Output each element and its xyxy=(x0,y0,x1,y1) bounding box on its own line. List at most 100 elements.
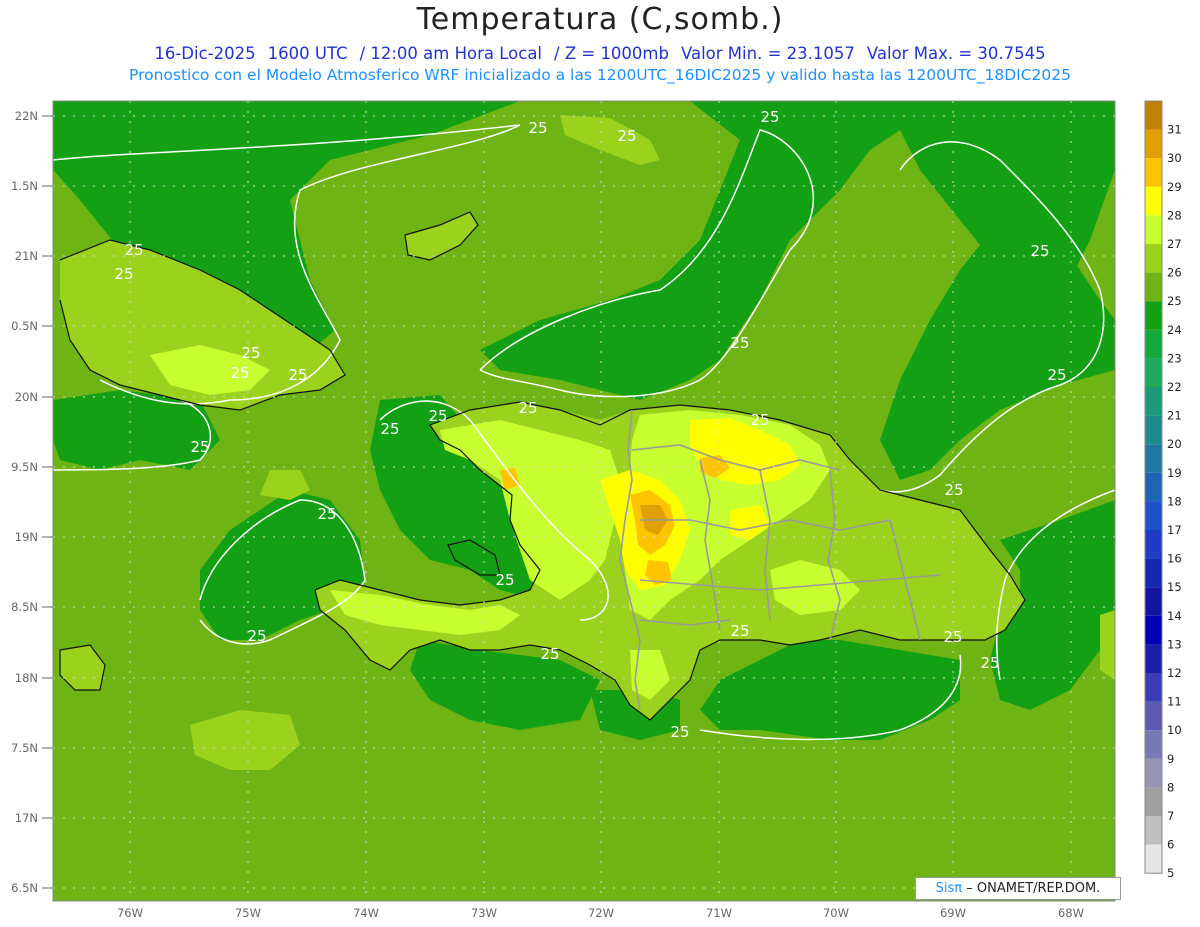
colorbar-label: 7 xyxy=(1167,809,1174,823)
colorbar-swatch xyxy=(1145,558,1162,588)
lon-label: 69W xyxy=(940,906,966,920)
lat-label: 19N xyxy=(15,530,38,544)
contour-label: 25 xyxy=(617,127,636,145)
colorbar-label: 29 xyxy=(1167,180,1182,194)
colorbar-swatch xyxy=(1145,129,1162,159)
colorbar-label: 25 xyxy=(1167,294,1182,308)
colorbar-label: 30 xyxy=(1167,151,1182,165)
contour-label: 25 xyxy=(943,628,962,646)
colorbar-label: 16 xyxy=(1167,552,1182,566)
colorbar-label: 6 xyxy=(1167,838,1174,852)
lon-label: 70W xyxy=(823,906,849,920)
colorbar-label: 23 xyxy=(1167,351,1182,365)
credit-box: Sisπ – ONAMET/REP.DOM. xyxy=(915,877,1121,900)
colorbar-swatch xyxy=(1145,501,1162,530)
lon-label: 71W xyxy=(706,906,732,920)
colorbar-label: 28 xyxy=(1167,208,1182,222)
lat-label: 17N xyxy=(15,811,38,825)
credit-text: – ONAMET/REP.DOM. xyxy=(966,881,1101,896)
contour-label: 25 xyxy=(1047,366,1066,384)
colorbar-label: 15 xyxy=(1167,580,1182,594)
colorbar-label: 24 xyxy=(1167,323,1182,337)
colorbar-label: 13 xyxy=(1167,637,1182,651)
colorbar-swatch xyxy=(1145,587,1162,616)
colorbar-swatch xyxy=(1145,186,1162,216)
lat-label: 20N xyxy=(15,390,38,404)
contour-label: 25 xyxy=(317,505,336,523)
colorbar-swatch xyxy=(1145,758,1162,788)
colorbar-label: 17 xyxy=(1167,523,1182,537)
colorbar-swatch xyxy=(1145,358,1162,387)
colorbar-swatch xyxy=(1145,730,1162,759)
lat-label: 9.5N xyxy=(11,460,38,474)
contour-label: 25 xyxy=(528,119,547,137)
colorbar-label: 12 xyxy=(1167,666,1182,680)
lon-label: 75W xyxy=(235,906,261,920)
colorbar-label: 11 xyxy=(1167,695,1182,709)
colorbar-swatch xyxy=(1145,415,1162,445)
colorbar-swatch xyxy=(1145,215,1162,244)
contour-label: 25 xyxy=(124,241,143,259)
colorbar-label: 9 xyxy=(1167,752,1174,766)
colorbar-swatch xyxy=(1145,844,1162,874)
contour-label: 25 xyxy=(190,438,209,456)
contour-label: 25 xyxy=(241,344,260,362)
contour-label: 25 xyxy=(980,654,999,672)
contour-label: 25 xyxy=(1030,242,1049,260)
contour-label: 25 xyxy=(540,645,559,663)
colorbar-swatch xyxy=(1145,787,1162,816)
colorbar-swatch xyxy=(1145,615,1162,645)
colorbar-swatch xyxy=(1145,644,1162,673)
lon-label: 68W xyxy=(1058,906,1084,920)
colorbar-label: 27 xyxy=(1167,237,1182,251)
contour-label: 25 xyxy=(380,420,399,438)
lat-label: 6.5N xyxy=(11,881,38,895)
lon-label: 74W xyxy=(353,906,379,920)
colorbar-swatch xyxy=(1145,444,1162,473)
colorbar-swatch xyxy=(1145,329,1162,359)
colorbar-swatch xyxy=(1145,673,1162,702)
colorbar-swatch xyxy=(1145,158,1162,187)
lon-label: 72W xyxy=(588,906,614,920)
contour-label: 25 xyxy=(247,627,266,645)
colorbar-label: 31 xyxy=(1167,123,1182,137)
colorbar-label: 20 xyxy=(1167,437,1182,451)
colorbar-label: 8 xyxy=(1167,780,1174,794)
lon-label: 73W xyxy=(471,906,497,920)
colorbar-swatch xyxy=(1145,244,1162,273)
lat-label: 0.5N xyxy=(11,319,38,333)
colorbar-label: 19 xyxy=(1167,466,1182,480)
contour-label: 25 xyxy=(114,265,133,283)
colorbar-label: 21 xyxy=(1167,409,1182,423)
colorbar-swatch xyxy=(1145,101,1162,130)
colorbar-label: 14 xyxy=(1167,609,1182,623)
latitude-ticks xyxy=(42,115,53,889)
colorbar-swatch xyxy=(1145,701,1162,731)
colorbar-label: 10 xyxy=(1167,723,1182,737)
lat-label: 22N xyxy=(15,109,38,123)
colorbar-label: 26 xyxy=(1167,266,1182,280)
colorbar-swatch xyxy=(1145,472,1162,502)
contour-label: 25 xyxy=(730,622,749,640)
lat-label: 8.5N xyxy=(11,600,38,614)
contour-label: 25 xyxy=(495,571,514,589)
contour-label: 25 xyxy=(670,723,689,741)
contour-label: 25 xyxy=(944,481,963,499)
temperature-map: 25 25 25 25 25 25 25 25 25 25 25 25 25 2… xyxy=(11,100,1182,920)
lat-label: 18N xyxy=(15,671,38,685)
lat-label: 21N xyxy=(15,249,38,263)
colorbar-swatch xyxy=(1145,816,1162,845)
colorbar-swatch xyxy=(1145,387,1162,416)
credit-brand: Sisπ xyxy=(935,881,963,896)
lat-label: 7.5N xyxy=(11,741,38,755)
contour-label: 25 xyxy=(760,108,779,126)
contour-label: 25 xyxy=(428,407,447,425)
longitude-axis: 76W 75W 74W 73W 72W 71W 70W 69W 68W xyxy=(117,906,1084,920)
colorbar-label: 22 xyxy=(1167,380,1182,394)
contour-label: 25 xyxy=(750,411,769,429)
lat-label: 1.5N xyxy=(11,179,38,193)
contour-label: 25 xyxy=(230,364,249,382)
latitude-axis: 22N 1.5N 21N 0.5N 20N 9.5N 19N 8.5N 18N … xyxy=(11,109,38,895)
contour-label: 25 xyxy=(518,399,537,417)
contour-label: 25 xyxy=(288,366,307,384)
